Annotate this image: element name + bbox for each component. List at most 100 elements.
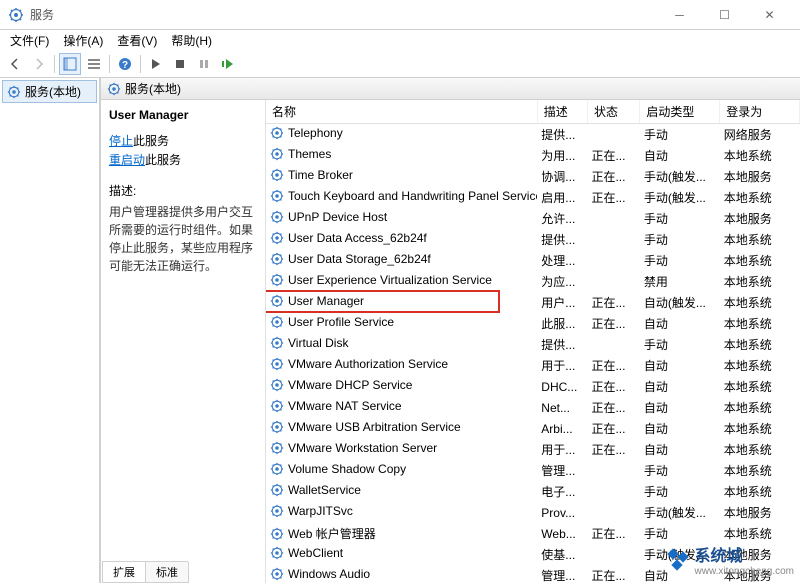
tab-standard[interactable]: 标准: [145, 562, 189, 583]
service-startup: 自动: [640, 145, 720, 166]
window-title: 服务: [30, 6, 657, 23]
maximize-button[interactable]: ☐: [702, 1, 747, 29]
service-status: [587, 250, 639, 271]
service-desc: Net...: [537, 397, 587, 418]
menu-file[interactable]: 文件(F): [4, 30, 55, 51]
service-startup: 手动: [640, 481, 720, 502]
service-startup: 自动: [640, 418, 720, 439]
service-logon: 本地系统: [720, 271, 800, 292]
col-startup[interactable]: 启动类型: [640, 100, 720, 124]
service-name: Touch Keyboard and Handwriting Panel Ser…: [288, 189, 537, 203]
minimize-button[interactable]: ─: [657, 1, 702, 29]
service-status: 正在...: [587, 355, 639, 376]
title-bar: 服务 ─ ☐ ✕: [0, 0, 800, 30]
watermark-brand: 系统城: [695, 542, 795, 566]
service-row[interactable]: Volume Shadow Copy管理...手动本地系统: [266, 460, 800, 481]
service-startup: 自动: [640, 355, 720, 376]
service-row[interactable]: Themes为用...正在...自动本地系统: [266, 145, 800, 166]
gear-icon: [270, 315, 284, 329]
service-logon: 本地系统: [720, 187, 800, 208]
gear-icon: [270, 294, 284, 308]
service-desc: 管理...: [537, 460, 587, 481]
restart-button[interactable]: [217, 53, 239, 75]
service-row[interactable]: UPnP Device Host允许...手动本地服务: [266, 208, 800, 229]
col-status[interactable]: 状态: [587, 100, 639, 124]
service-name: VMware Workstation Server: [288, 441, 437, 455]
service-logon: 本地系统: [720, 376, 800, 397]
service-desc: 使基...: [537, 544, 587, 565]
services-list[interactable]: 名称 描述 状态 启动类型 登录为 Telephony提供...手动网络服务Th…: [266, 100, 800, 583]
service-row[interactable]: VMware USB Arbitration ServiceArbi...正在.…: [266, 418, 800, 439]
menu-help[interactable]: 帮助(H): [165, 30, 218, 51]
service-row[interactable]: VMware Authorization Service用于...正在...自动…: [266, 355, 800, 376]
stop-button[interactable]: [169, 53, 191, 75]
service-row[interactable]: User Profile Service此服...正在...自动本地系统: [266, 313, 800, 334]
gear-icon: [270, 168, 284, 182]
service-row[interactable]: VMware NAT ServiceNet...正在...自动本地系统: [266, 397, 800, 418]
start-button[interactable]: [145, 53, 167, 75]
gear-icon: [270, 378, 284, 392]
service-row[interactable]: VMware DHCP ServiceDHC...正在...自动本地系统: [266, 376, 800, 397]
gear-icon: [270, 336, 284, 350]
service-row[interactable]: WarpJITSvcProv...手动(触发...本地服务: [266, 502, 800, 523]
service-startup: 手动: [640, 523, 720, 544]
service-name: Virtual Disk: [288, 336, 348, 350]
service-startup: 手动: [640, 229, 720, 250]
service-startup: 手动(触发...: [640, 166, 720, 187]
menu-view[interactable]: 查看(V): [111, 30, 163, 51]
service-status: [587, 229, 639, 250]
tree-root-services[interactable]: 服务(本地): [2, 80, 97, 103]
gear-icon: [270, 357, 284, 371]
pause-button[interactable]: [193, 53, 215, 75]
stop-service-link[interactable]: 停止: [109, 134, 133, 148]
service-status: [587, 460, 639, 481]
service-status: 正在...: [587, 166, 639, 187]
service-name: User Profile Service: [288, 315, 394, 329]
service-desc: 用户...: [537, 292, 587, 313]
service-desc: 提供...: [537, 124, 587, 146]
service-startup: 禁用: [640, 271, 720, 292]
service-status: 正在...: [587, 292, 639, 313]
service-row[interactable]: Web 帐户管理器Web...正在...手动本地系统: [266, 523, 800, 544]
service-status: 正在...: [587, 145, 639, 166]
service-desc: 提供...: [537, 229, 587, 250]
service-row[interactable]: Virtual Disk提供...手动本地系统: [266, 334, 800, 355]
col-name[interactable]: 名称: [266, 100, 537, 124]
service-row[interactable]: User Manager用户...正在...自动(触发...本地系统: [266, 292, 800, 313]
service-desc: 用于...: [537, 355, 587, 376]
service-startup: 自动: [640, 313, 720, 334]
service-row[interactable]: User Data Storage_62b24f处理...手动本地系统: [266, 250, 800, 271]
service-logon: 网络服务: [720, 124, 800, 146]
service-name: WalletService: [288, 483, 361, 497]
restart-service-link[interactable]: 重启动: [109, 153, 145, 167]
col-desc[interactable]: 描述: [537, 100, 587, 124]
service-logon: 本地系统: [720, 418, 800, 439]
gear-icon: [270, 147, 284, 161]
service-desc: 协调...: [537, 166, 587, 187]
service-row[interactable]: User Experience Virtualization Service为应…: [266, 271, 800, 292]
forward-button[interactable]: [28, 53, 50, 75]
service-row[interactable]: User Data Access_62b24f提供...手动本地系统: [266, 229, 800, 250]
gear-icon: [270, 527, 284, 541]
help-button[interactable]: ?: [114, 53, 136, 75]
service-desc: DHC...: [537, 376, 587, 397]
service-desc: 允许...: [537, 208, 587, 229]
menu-action[interactable]: 操作(A): [57, 30, 109, 51]
service-logon: 本地服务: [720, 502, 800, 523]
service-status: [587, 271, 639, 292]
service-row[interactable]: Touch Keyboard and Handwriting Panel Ser…: [266, 187, 800, 208]
view-detail-button[interactable]: [83, 53, 105, 75]
service-logon: 本地系统: [720, 292, 800, 313]
service-row[interactable]: Time Broker协调...正在...手动(触发...本地服务: [266, 166, 800, 187]
gear-icon: [270, 210, 284, 224]
service-startup: 自动: [640, 397, 720, 418]
service-row[interactable]: VMware Workstation Server用于...正在...自动本地系…: [266, 439, 800, 460]
gear-icon: [270, 504, 284, 518]
tab-extended[interactable]: 扩展: [102, 562, 146, 583]
view-large-button[interactable]: [59, 53, 81, 75]
service-row[interactable]: Telephony提供...手动网络服务: [266, 124, 800, 146]
col-logon[interactable]: 登录为: [720, 100, 800, 124]
close-button[interactable]: ✕: [747, 1, 792, 29]
service-row[interactable]: WalletService电子...手动本地系统: [266, 481, 800, 502]
back-button[interactable]: [4, 53, 26, 75]
